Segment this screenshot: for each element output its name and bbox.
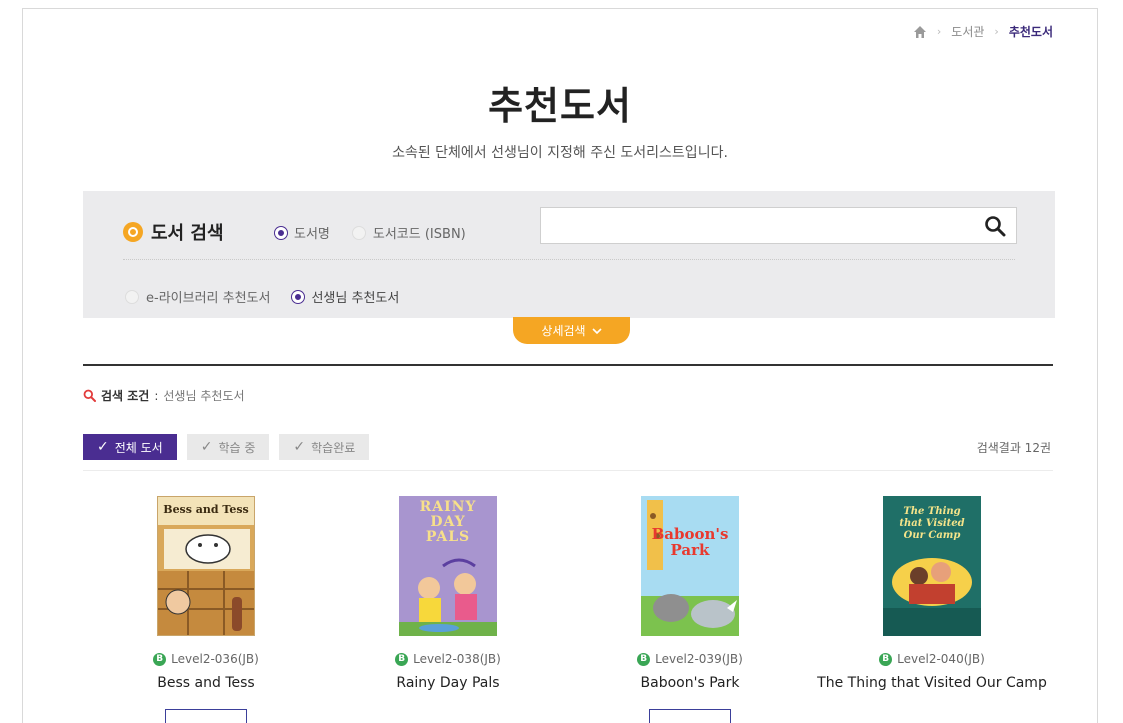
filter-label: 학습완료 <box>311 440 356 455</box>
bess-and-tess-cover-art <box>158 525 254 635</box>
radio-selected-icon <box>292 290 305 303</box>
book-level: B Level2-036(JB) <box>86 652 326 666</box>
page-subtitle: 소속된 단체에서 선생님이 지정해 주신 도서리스트입니다. <box>392 145 728 161</box>
book-card: Baboon's Park B Level2-039(JB) Baboon's … <box>570 496 810 723</box>
result-count: 검색결과 12권 <box>976 441 1051 455</box>
breadcrumb-separator: › <box>936 25 942 38</box>
book-cover-image[interactable]: Bess and Tess <box>157 496 255 636</box>
check-icon: ✓ <box>97 439 109 455</box>
book-code: Level2-036(JB) <box>171 652 259 666</box>
section-divider <box>83 364 1053 366</box>
search-icon[interactable] <box>984 215 1006 237</box>
radio-book-title[interactable]: 도서명 <box>275 223 330 242</box>
radio-label: 도서코드 (ISBN) <box>372 227 466 242</box>
filter-in-progress[interactable]: ✓ 학습 중 <box>186 434 270 460</box>
radio-teacher-recommended[interactable]: 선생님 추천도서 <box>292 287 399 306</box>
radio-label: e-라이브러리 추천도서 <box>146 291 271 306</box>
search-input[interactable] <box>541 208 981 243</box>
breadcrumb-item-library[interactable]: 도서관 <box>951 23 984 40</box>
filter-label: 학습 중 <box>218 440 256 455</box>
search-condition: 검색 조건 : 선생님 추천도서 <box>83 387 245 404</box>
check-icon: ✓ <box>200 439 213 455</box>
book-title[interactable]: Rainy Day Pals <box>328 675 568 691</box>
breadcrumb: › 도서관 › 추천도서 <box>913 23 1053 40</box>
detail-search-button[interactable]: 상세검색 <box>513 317 630 344</box>
cover-title-text: The Thing that Visited Our Camp <box>899 506 965 541</box>
cover-title-text: Baboon's Park <box>651 525 729 559</box>
book-title[interactable]: Baboon's Park <box>570 675 810 691</box>
filter-all-books[interactable]: ✓ 전체 도서 <box>83 434 177 460</box>
book-cover-image[interactable]: The Thing that Visited Our Camp <box>883 496 981 636</box>
radio-isbn[interactable]: 도서코드 (ISBN) <box>351 223 466 242</box>
book-cover-image[interactable]: RAINY DAY PALS <box>399 496 497 636</box>
book-level: B Level2-040(JB) <box>812 652 1052 666</box>
filter-label: 전체 도서 <box>114 440 163 455</box>
magnifier-icon <box>83 389 96 402</box>
breadcrumb-item-current: 추천도서 <box>1008 25 1053 39</box>
search-divider <box>123 259 1015 260</box>
search-panel: 도서 검색 도서명 도서코드 (ISBN) e-라이브러리 추천도서 선생님 추… <box>83 191 1055 318</box>
radio-elibrary-recommended[interactable]: e-라이브러리 추천도서 <box>125 287 270 306</box>
search-bullet-icon <box>123 222 143 242</box>
book-cover-image[interactable]: Baboon's Park <box>641 496 739 636</box>
search-condition-value: 선생님 추천도서 <box>163 389 245 403</box>
book-action-button[interactable] <box>649 709 731 723</box>
detail-search-label: 상세검색 <box>541 324 586 338</box>
search-heading: 도서 검색 <box>123 219 224 245</box>
book-code: Level2-039(JB) <box>655 652 743 666</box>
radio-label: 도서명 <box>294 227 330 242</box>
book-title[interactable]: Bess and Tess <box>86 675 326 691</box>
filter-tabs: ✓ 전체 도서 ✓ 학습 중 ✓ 학습완료 <box>83 434 370 460</box>
search-heading-label: 도서 검색 <box>151 223 224 244</box>
search-box <box>540 207 1017 244</box>
check-icon: ✓ <box>293 439 306 455</box>
book-level: B Level2-038(JB) <box>328 652 568 666</box>
radio-label: 선생님 추천도서 <box>311 291 400 306</box>
level-badge-icon: B <box>879 652 893 666</box>
level-badge-icon: B <box>153 652 167 666</box>
cover-title-text: RAINY DAY PALS <box>419 499 477 545</box>
search-condition-colon: : <box>154 388 159 403</box>
baboons-park-cover-art <box>641 496 739 636</box>
home-icon[interactable] <box>913 25 927 39</box>
book-code: Level2-038(JB) <box>413 652 501 666</box>
search-type-options: 도서명 도서코드 (ISBN) <box>275 223 466 242</box>
book-level: B Level2-039(JB) <box>570 652 810 666</box>
book-title[interactable]: The Thing that Visited Our Camp <box>812 675 1052 691</box>
cover-title-text: Bess and Tess <box>163 503 249 516</box>
filter-completed[interactable]: ✓ 학습완료 <box>279 434 370 460</box>
list-divider <box>83 470 1053 471</box>
search-source-options: e-라이브러리 추천도서 선생님 추천도서 <box>125 287 399 306</box>
level-badge-icon: B <box>637 652 651 666</box>
radio-unselected-icon <box>125 289 139 304</box>
book-card: Bess and Tess B Level2-036(JB) Bess and … <box>86 496 326 723</box>
search-condition-label: 검색 조건 <box>101 389 150 403</box>
level-badge-icon: B <box>395 652 409 666</box>
breadcrumb-separator: › <box>994 25 999 38</box>
radio-selected-icon <box>275 226 287 239</box>
book-code: Level2-040(JB) <box>897 652 985 666</box>
chevron-down-icon <box>592 327 602 334</box>
page-title: 추천도서 <box>488 84 632 128</box>
content-frame: › 도서관 › 추천도서 추천도서 소속된 단체에서 선생님이 지정해 주신 도… <box>22 8 1098 723</box>
book-card: RAINY DAY PALS B Level2-038(JB) Rainy Da… <box>328 496 568 691</box>
book-card: The Thing that Visited Our Camp B Level2… <box>812 496 1052 691</box>
radio-unselected-icon <box>351 225 366 240</box>
book-action-button[interactable] <box>165 709 247 723</box>
